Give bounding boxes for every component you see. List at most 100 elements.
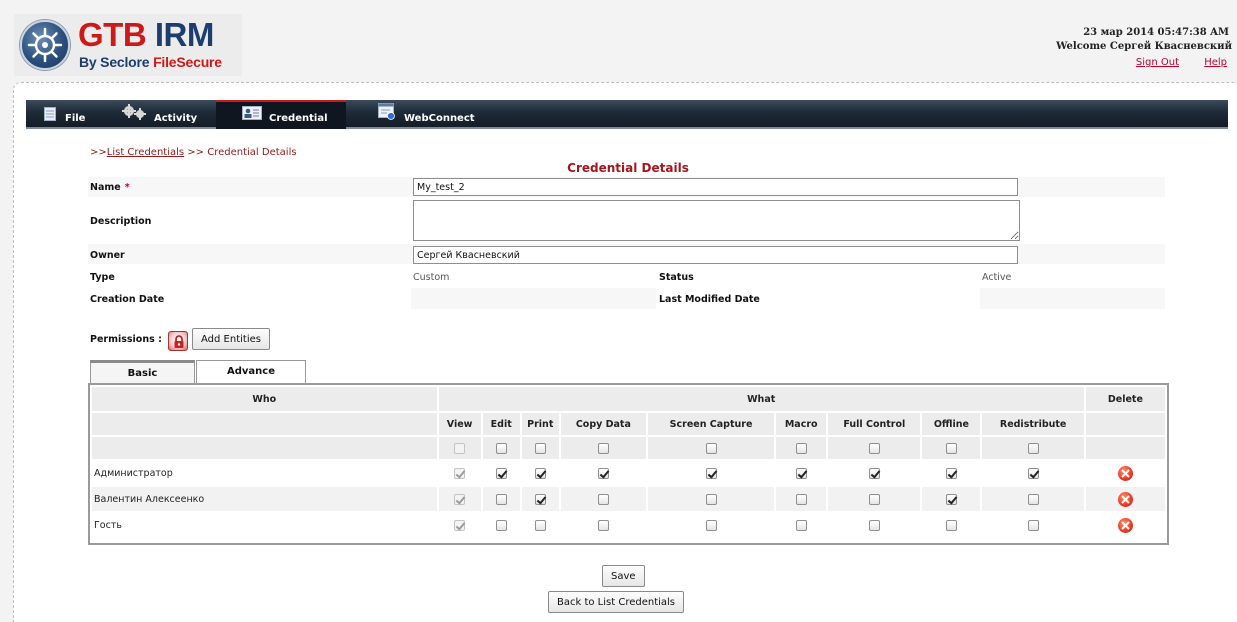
description-textarea[interactable]: [413, 200, 1020, 241]
breadcrumb-list-credentials-link[interactable]: List Credentials: [107, 147, 184, 158]
header-redistribute: Redistribute: [982, 413, 1084, 435]
type-value: Custom: [413, 272, 450, 283]
permission-checkbox[interactable]: [1027, 519, 1039, 531]
permissions-label: Permissions :: [90, 334, 162, 345]
form-row-bg: [980, 288, 1165, 309]
welcome-text: Welcome Сергей Квасневский: [1056, 41, 1232, 52]
permission-checkbox[interactable]: [795, 519, 807, 531]
select-all-row: [92, 437, 1165, 459]
select-all-checkbox[interactable]: [1027, 442, 1039, 454]
main-nav: File Activity Credential WebConnect: [26, 100, 1228, 129]
lock-icon[interactable]: [168, 331, 188, 351]
tab-activity[interactable]: Activity: [116, 100, 216, 129]
name-label: Name *: [90, 182, 130, 193]
select-all-checkbox[interactable]: [705, 442, 717, 454]
select-all-checkbox: [454, 442, 466, 454]
header-full-control: Full Control: [828, 413, 921, 435]
permission-checkbox[interactable]: [705, 467, 717, 479]
entity-name: Валентин Алексеенко: [92, 487, 437, 511]
id-card-icon: [242, 106, 262, 123]
entity-name: Администратор: [94, 467, 173, 479]
permission-checkbox[interactable]: [597, 467, 609, 479]
tab-credential-label: Credential: [269, 113, 328, 124]
header-view: View: [438, 413, 481, 435]
permissions-table: Who What Delete View Edit Print Copy Dat…: [88, 383, 1169, 545]
tab-file-label: File: [65, 113, 86, 124]
header-offline: Offline: [922, 413, 981, 435]
entity-name: Гость: [94, 519, 122, 531]
select-all-checkbox[interactable]: [945, 442, 957, 454]
page-title: Credential Details: [567, 161, 689, 175]
type-label: Type: [90, 272, 115, 283]
help-link[interactable]: Help: [1204, 57, 1227, 68]
permission-checkbox[interactable]: [795, 467, 807, 479]
required-mark: *: [124, 182, 130, 193]
permission-checkbox[interactable]: [868, 467, 880, 479]
tab-file[interactable]: File: [26, 100, 116, 129]
permission-checkbox: [454, 493, 466, 505]
permission-checkbox[interactable]: [534, 519, 546, 531]
form-row-bg: [411, 288, 656, 309]
owner-input[interactable]: [413, 246, 1018, 264]
tab-basic[interactable]: Basic: [90, 360, 195, 384]
permission-checkbox[interactable]: [495, 467, 507, 479]
table-row: Валентин Алексеенко: [92, 487, 1165, 511]
tab-webconnect-label: WebConnect: [404, 113, 475, 124]
delete-icon[interactable]: [1117, 465, 1133, 481]
header-links: Sign Out Help: [1114, 57, 1227, 68]
back-to-list-button[interactable]: Back to List Credentials: [548, 591, 685, 613]
logo: GTB IRM By Seclore FileSecure: [14, 14, 242, 76]
select-all-checkbox[interactable]: [597, 442, 609, 454]
permission-checkbox[interactable]: [534, 467, 546, 479]
document-icon: [44, 107, 56, 124]
delete-icon[interactable]: [1117, 491, 1133, 507]
creation-date-label: Creation Date: [90, 294, 165, 305]
permission-checkbox[interactable]: [495, 519, 507, 531]
header-delete: Delete: [1085, 387, 1165, 411]
header-macro: Macro: [776, 413, 827, 435]
permission-checkbox[interactable]: [1027, 467, 1039, 479]
permission-checkbox[interactable]: [945, 519, 957, 531]
delete-icon[interactable]: [1117, 517, 1133, 533]
permission-checkbox[interactable]: [534, 493, 546, 505]
sign-out-link[interactable]: Sign Out: [1136, 57, 1179, 68]
tab-webconnect[interactable]: WebConnect: [346, 100, 486, 129]
last-modified-label: Last Modified Date: [659, 294, 760, 305]
select-all-checkbox[interactable]: [495, 442, 507, 454]
permission-checkbox[interactable]: [945, 467, 957, 479]
header-what: What: [438, 387, 1084, 411]
permission-checkbox[interactable]: [597, 519, 609, 531]
breadcrumb-current: Credential Details: [207, 147, 297, 158]
permission-checkbox[interactable]: [597, 493, 609, 505]
permission-checkbox[interactable]: [705, 519, 717, 531]
table-row: Администратор: [92, 461, 1165, 485]
description-label: Description: [90, 216, 152, 227]
header-screen-capture: Screen Capture: [647, 413, 775, 435]
permission-checkbox[interactable]: [868, 493, 880, 505]
save-button[interactable]: Save: [602, 565, 645, 587]
permission-checkbox[interactable]: [1027, 493, 1039, 505]
status-value: Active: [982, 272, 1012, 283]
permission-checkbox[interactable]: [795, 493, 807, 505]
select-all-checkbox[interactable]: [795, 442, 807, 454]
name-input[interactable]: [413, 178, 1018, 196]
header-datetime: 23 мар 2014 05:47:38 AM: [1083, 27, 1229, 38]
tab-advance[interactable]: Advance: [196, 360, 306, 383]
select-all-checkbox[interactable]: [534, 442, 546, 454]
gears-icon: [121, 103, 147, 124]
permission-checkbox[interactable]: [495, 493, 507, 505]
permission-checkbox: [454, 467, 466, 479]
select-all-checkbox[interactable]: [868, 442, 880, 454]
header-edit: Edit: [482, 413, 520, 435]
permission-checkbox[interactable]: [945, 493, 957, 505]
header-copy-data: Copy Data: [560, 413, 646, 435]
tab-credential[interactable]: Credential: [216, 100, 346, 129]
logo-title: GTB IRM: [78, 16, 214, 53]
add-entities-button[interactable]: Add Entities: [192, 328, 270, 350]
permission-checkbox[interactable]: [868, 519, 880, 531]
breadcrumb: >>List Credentials >> Credential Details: [90, 147, 297, 158]
permission-checkbox[interactable]: [705, 493, 717, 505]
owner-label: Owner: [90, 250, 125, 261]
permission-checkbox: [454, 519, 466, 531]
header-print: Print: [521, 413, 559, 435]
